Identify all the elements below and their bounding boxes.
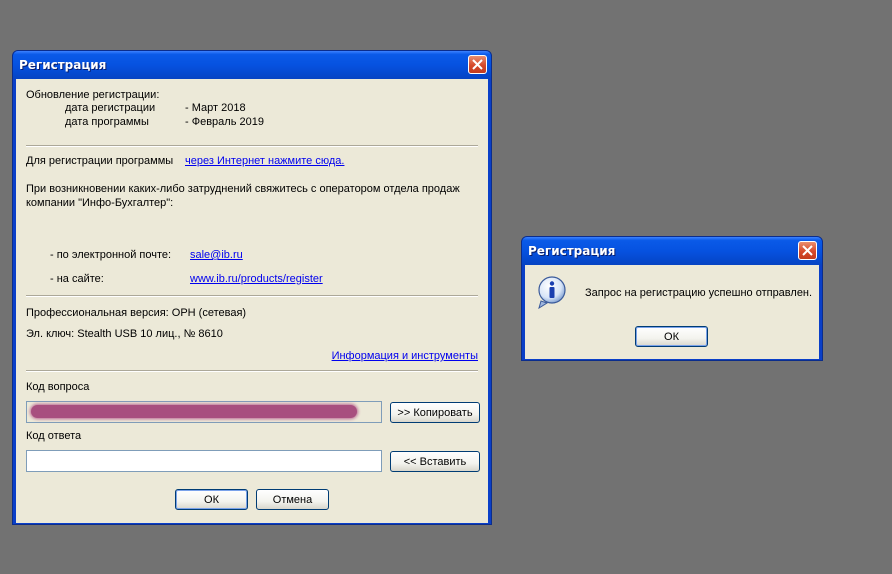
key-text: Эл. ключ: Stealth USB 10 лиц., № 8610: [26, 328, 223, 340]
site-label: - на сайте:: [50, 273, 104, 285]
registration-dialog-body: Обновление регистрации: дата регистрации…: [16, 79, 488, 523]
contact-text-line1: При возникновении каких-либо затруднений…: [26, 183, 460, 195]
paste-button[interactable]: << Вставить: [390, 451, 480, 472]
info-tools-link[interactable]: Информация и инструменты: [332, 350, 478, 362]
answer-code-field[interactable]: [26, 450, 382, 472]
register-prompt: Для регистрации программы: [26, 155, 174, 167]
close-icon: [472, 59, 483, 70]
registration-dialog-title: Регистрация: [19, 58, 107, 72]
message-text: Запрос на регистрацию успешно отправлен.: [585, 287, 813, 299]
email-link[interactable]: sale@ib.ru: [190, 249, 243, 261]
registration-dialog: Регистрация Обновление регистрации: дата…: [12, 50, 492, 525]
register-online-link[interactable]: через Интернет нажмите сюда.: [185, 155, 344, 167]
question-code-label: Код вопроса: [26, 381, 90, 393]
version-text: Профессиональная версия: ОРН (сетевая): [26, 307, 247, 319]
email-label: - по электронной почте:: [50, 249, 172, 261]
close-button[interactable]: [798, 241, 817, 260]
prog-date-value: - Февраль 2019: [185, 116, 264, 128]
reg-date-label: дата регистрации: [65, 102, 156, 114]
separator: [26, 295, 478, 297]
separator: [26, 370, 478, 372]
reg-date-value: - Март 2018: [185, 102, 246, 114]
redacted-code: [31, 405, 357, 418]
prog-date-label: дата программы: [65, 116, 149, 128]
contact-text-line2: компании "Инфо-Бухгалтер":: [26, 197, 174, 209]
message-box: Регистрация Запрос на регистрацию успешн…: [521, 236, 823, 361]
message-box-body: Запрос на регистрацию успешно отправлен.…: [525, 265, 819, 359]
ok-button[interactable]: ОК: [175, 489, 248, 510]
info-icon: [538, 276, 566, 309]
message-box-titlebar[interactable]: Регистрация: [522, 237, 822, 265]
close-icon: [802, 245, 813, 256]
message-ok-button[interactable]: ОК: [635, 326, 708, 347]
answer-code-label: Код ответа: [26, 430, 82, 442]
separator: [26, 145, 478, 147]
site-link[interactable]: www.ib.ru/products/register: [190, 273, 323, 285]
message-box-title: Регистрация: [528, 244, 616, 258]
question-code-field[interactable]: [26, 401, 382, 423]
answer-code-input[interactable]: [27, 451, 381, 471]
registration-dialog-titlebar[interactable]: Регистрация: [13, 51, 491, 79]
cancel-button[interactable]: Отмена: [256, 489, 329, 510]
update-heading: Обновление регистрации:: [26, 89, 160, 101]
copy-button[interactable]: >> Копировать: [390, 402, 480, 423]
close-button[interactable]: [468, 55, 487, 74]
